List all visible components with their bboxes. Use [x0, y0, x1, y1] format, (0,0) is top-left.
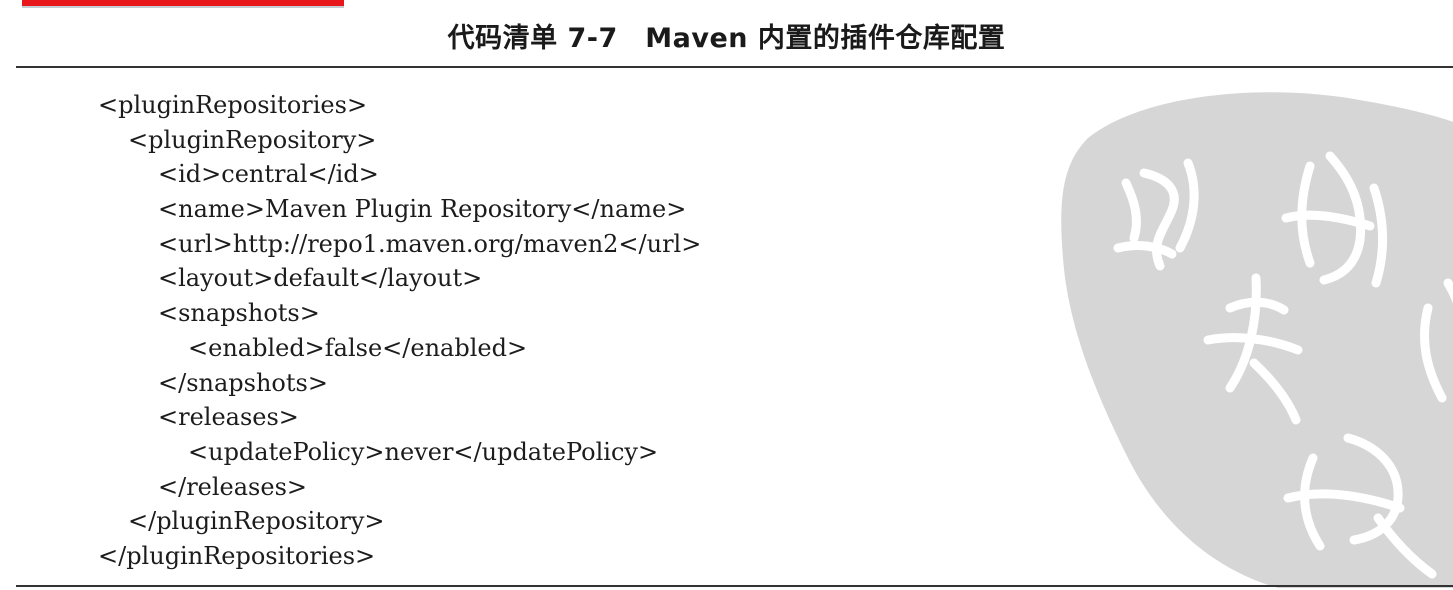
code-line: <enabled>false</enabled>	[188, 333, 528, 362]
code-line: <layout>default</layout>	[158, 264, 483, 293]
code-line: <id>central</id>	[158, 160, 379, 189]
code-listing: <pluginRepositories> <pluginRepository> …	[98, 88, 701, 574]
bottom-rule	[16, 585, 1453, 587]
code-line: </pluginRepositories>	[98, 541, 376, 570]
code-line: <name>Maven Plugin Repository</name>	[158, 195, 687, 224]
code-line: <updatePolicy>never</updatePolicy>	[188, 437, 659, 466]
listing-caption: 代码清单 7-7 Maven 内置的插件仓库配置	[447, 23, 1006, 54]
code-line: </releases>	[158, 472, 308, 501]
code-line: <pluginRepository>	[128, 125, 377, 154]
code-line: <url>http://repo1.maven.org/maven2</url>	[158, 229, 702, 258]
highlight-bar	[22, 0, 344, 8]
code-line: <snapshots>	[158, 299, 320, 328]
seal-watermark-icon	[1061, 92, 1453, 588]
code-line: <pluginRepositories>	[98, 91, 368, 119]
code-line: </snapshots>	[158, 368, 328, 397]
code-line: </pluginRepository>	[128, 507, 385, 536]
code-line: <releases>	[158, 403, 299, 432]
top-rule	[16, 66, 1453, 68]
